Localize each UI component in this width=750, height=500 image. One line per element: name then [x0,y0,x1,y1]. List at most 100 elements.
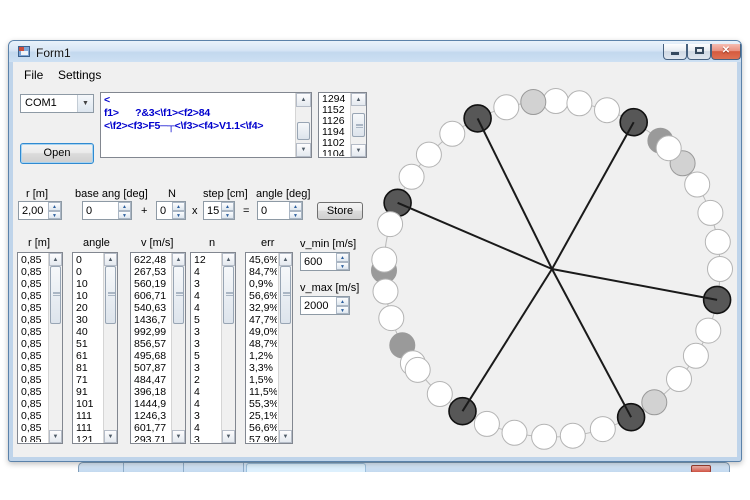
list-item[interactable]: 0,85 [18,374,47,386]
list-item[interactable]: 56,6% [246,422,277,434]
list-item[interactable]: 856,57 [131,338,170,350]
spin-up-icon[interactable]: ▲ [172,202,185,211]
scroll-down-icon[interactable]: ▼ [49,430,62,443]
list-item[interactable]: 1444,9 [131,398,170,410]
list-item[interactable]: 25,1% [246,410,277,422]
list-item[interactable]: 484,47 [131,374,170,386]
spin-up-icon[interactable]: ▲ [289,202,302,211]
list-item[interactable]: 0,85 [18,350,47,362]
list-item[interactable]: 20 [73,302,102,314]
menu-file[interactable]: File [18,66,49,84]
scroll-up-icon[interactable]: ▲ [104,253,117,266]
list-item[interactable]: 0,85 [18,434,47,442]
list-item[interactable]: 32,9% [246,302,277,314]
list-item[interactable]: 0 [73,254,102,266]
list-item[interactable]: 601,77 [131,422,170,434]
list-item[interactable]: 30 [73,314,102,326]
n-listbox[interactable]: 12434453353244343▲▼ [190,252,236,444]
list-scrollbar[interactable]: ▲▼ [103,253,117,443]
list-item[interactable]: 0,85 [18,290,47,302]
list-item[interactable]: 111 [73,422,102,434]
list-item[interactable]: 992,99 [131,326,170,338]
spin-up-icon[interactable]: ▲ [221,202,234,211]
list-item[interactable]: 4 [191,386,220,398]
list-item[interactable]: 1,2% [246,350,277,362]
spin-down-icon[interactable]: ▼ [336,306,349,315]
list-item[interactable]: 540,63 [131,302,170,314]
scroll-up-icon[interactable]: ▲ [296,93,311,107]
list-item[interactable]: 48,7% [246,338,277,350]
list-item[interactable]: 3 [191,278,220,290]
close-button[interactable]: ✕ [711,44,741,60]
list-item[interactable]: 0,85 [18,302,47,314]
list-item[interactable]: 56,6% [246,290,277,302]
list-item[interactable]: 495,68 [131,350,170,362]
store-button[interactable]: Store [317,202,363,220]
spin-down-icon[interactable]: ▼ [221,211,234,220]
list-item[interactable]: 0,85 [18,338,47,350]
scroll-up-icon[interactable]: ▲ [172,253,185,266]
list-item[interactable]: 101 [73,398,102,410]
list-item[interactable]: 0,85 [18,254,47,266]
spin-up-icon[interactable]: ▲ [336,297,349,306]
v-max-spinner[interactable]: 2000 ▲▼ [300,296,350,315]
spin-down-icon[interactable]: ▼ [289,211,302,220]
step-value[interactable]: 15 [207,205,219,217]
list-item[interactable]: 111 [73,410,102,422]
open-button[interactable]: Open [20,143,94,164]
list-item[interactable]: 606,71 [131,290,170,302]
list-item[interactable]: 3 [191,362,220,374]
list-item[interactable]: 0,85 [18,326,47,338]
err-listbox[interactable]: 45,6%84,7%0,9%56,6%32,9%47,7%49,0%48,7%1… [245,252,293,444]
v-min-spinner[interactable]: 600 ▲▼ [300,252,350,271]
list-item[interactable]: 2 [191,374,220,386]
list-item[interactable]: 5 [191,350,220,362]
menu-settings[interactable]: Settings [52,66,107,84]
list-item[interactable]: 507,87 [131,362,170,374]
list-item[interactable]: 10 [73,278,102,290]
list-item[interactable]: 3 [191,338,220,350]
spin-up-icon[interactable]: ▲ [48,202,61,211]
list-item[interactable]: 1436,7 [131,314,170,326]
list-item[interactable]: 0 [73,266,102,278]
r-listbox[interactable]: 0,850,850,850,850,850,850,850,850,850,85… [17,252,63,444]
terminal-scrollbar[interactable]: ▲ ▼ [295,93,311,157]
list-item[interactable]: 5 [191,314,220,326]
list-item[interactable]: 57,9% [246,434,277,442]
list-item[interactable]: 0,85 [18,422,47,434]
base-ang-spinner[interactable]: 0 ▲▼ [82,201,132,220]
list-item[interactable]: 293,71 [131,434,170,442]
title-bar[interactable] [9,41,741,62]
list-item[interactable]: 4 [191,422,220,434]
list-scrollbar[interactable]: ▲▼ [221,253,235,443]
list-item[interactable]: 121 [73,434,102,442]
maximize-button[interactable] [687,44,711,60]
scroll-up-icon[interactable]: ▲ [222,253,235,266]
list-item[interactable]: 49,0% [246,326,277,338]
scrollbar-thumb[interactable] [50,266,61,324]
spin-down-icon[interactable]: ▼ [336,262,349,271]
spin-up-icon[interactable]: ▲ [118,202,131,211]
list-item[interactable]: 3 [191,410,220,422]
scrollbar-thumb[interactable] [297,122,310,140]
list-item[interactable]: 0,85 [18,314,47,326]
r-value[interactable]: 2,00 [22,205,43,217]
scrollbar-thumb[interactable] [223,266,234,324]
list-item[interactable]: 10 [73,290,102,302]
list-scrollbar[interactable]: ▲▼ [278,253,292,443]
list-item[interactable]: 3 [191,434,220,442]
minimize-button[interactable] [663,44,687,60]
list-item[interactable]: 0,85 [18,398,47,410]
list-item[interactable]: 61 [73,350,102,362]
spin-down-icon[interactable]: ▼ [118,211,131,220]
list-item[interactable]: 0,85 [18,266,47,278]
list-item[interactable]: 47,7% [246,314,277,326]
list-item[interactable]: 45,6% [246,254,277,266]
chevron-down-icon[interactable]: ▼ [77,95,93,112]
list-item[interactable]: 3 [191,326,220,338]
list-item[interactable]: 1246,3 [131,410,170,422]
angle-spinner[interactable]: 0 ▲▼ [257,201,303,220]
list-item[interactable]: 396,18 [131,386,170,398]
n-value[interactable]: 0 [160,205,166,217]
scroll-up-icon[interactable]: ▲ [49,253,62,266]
